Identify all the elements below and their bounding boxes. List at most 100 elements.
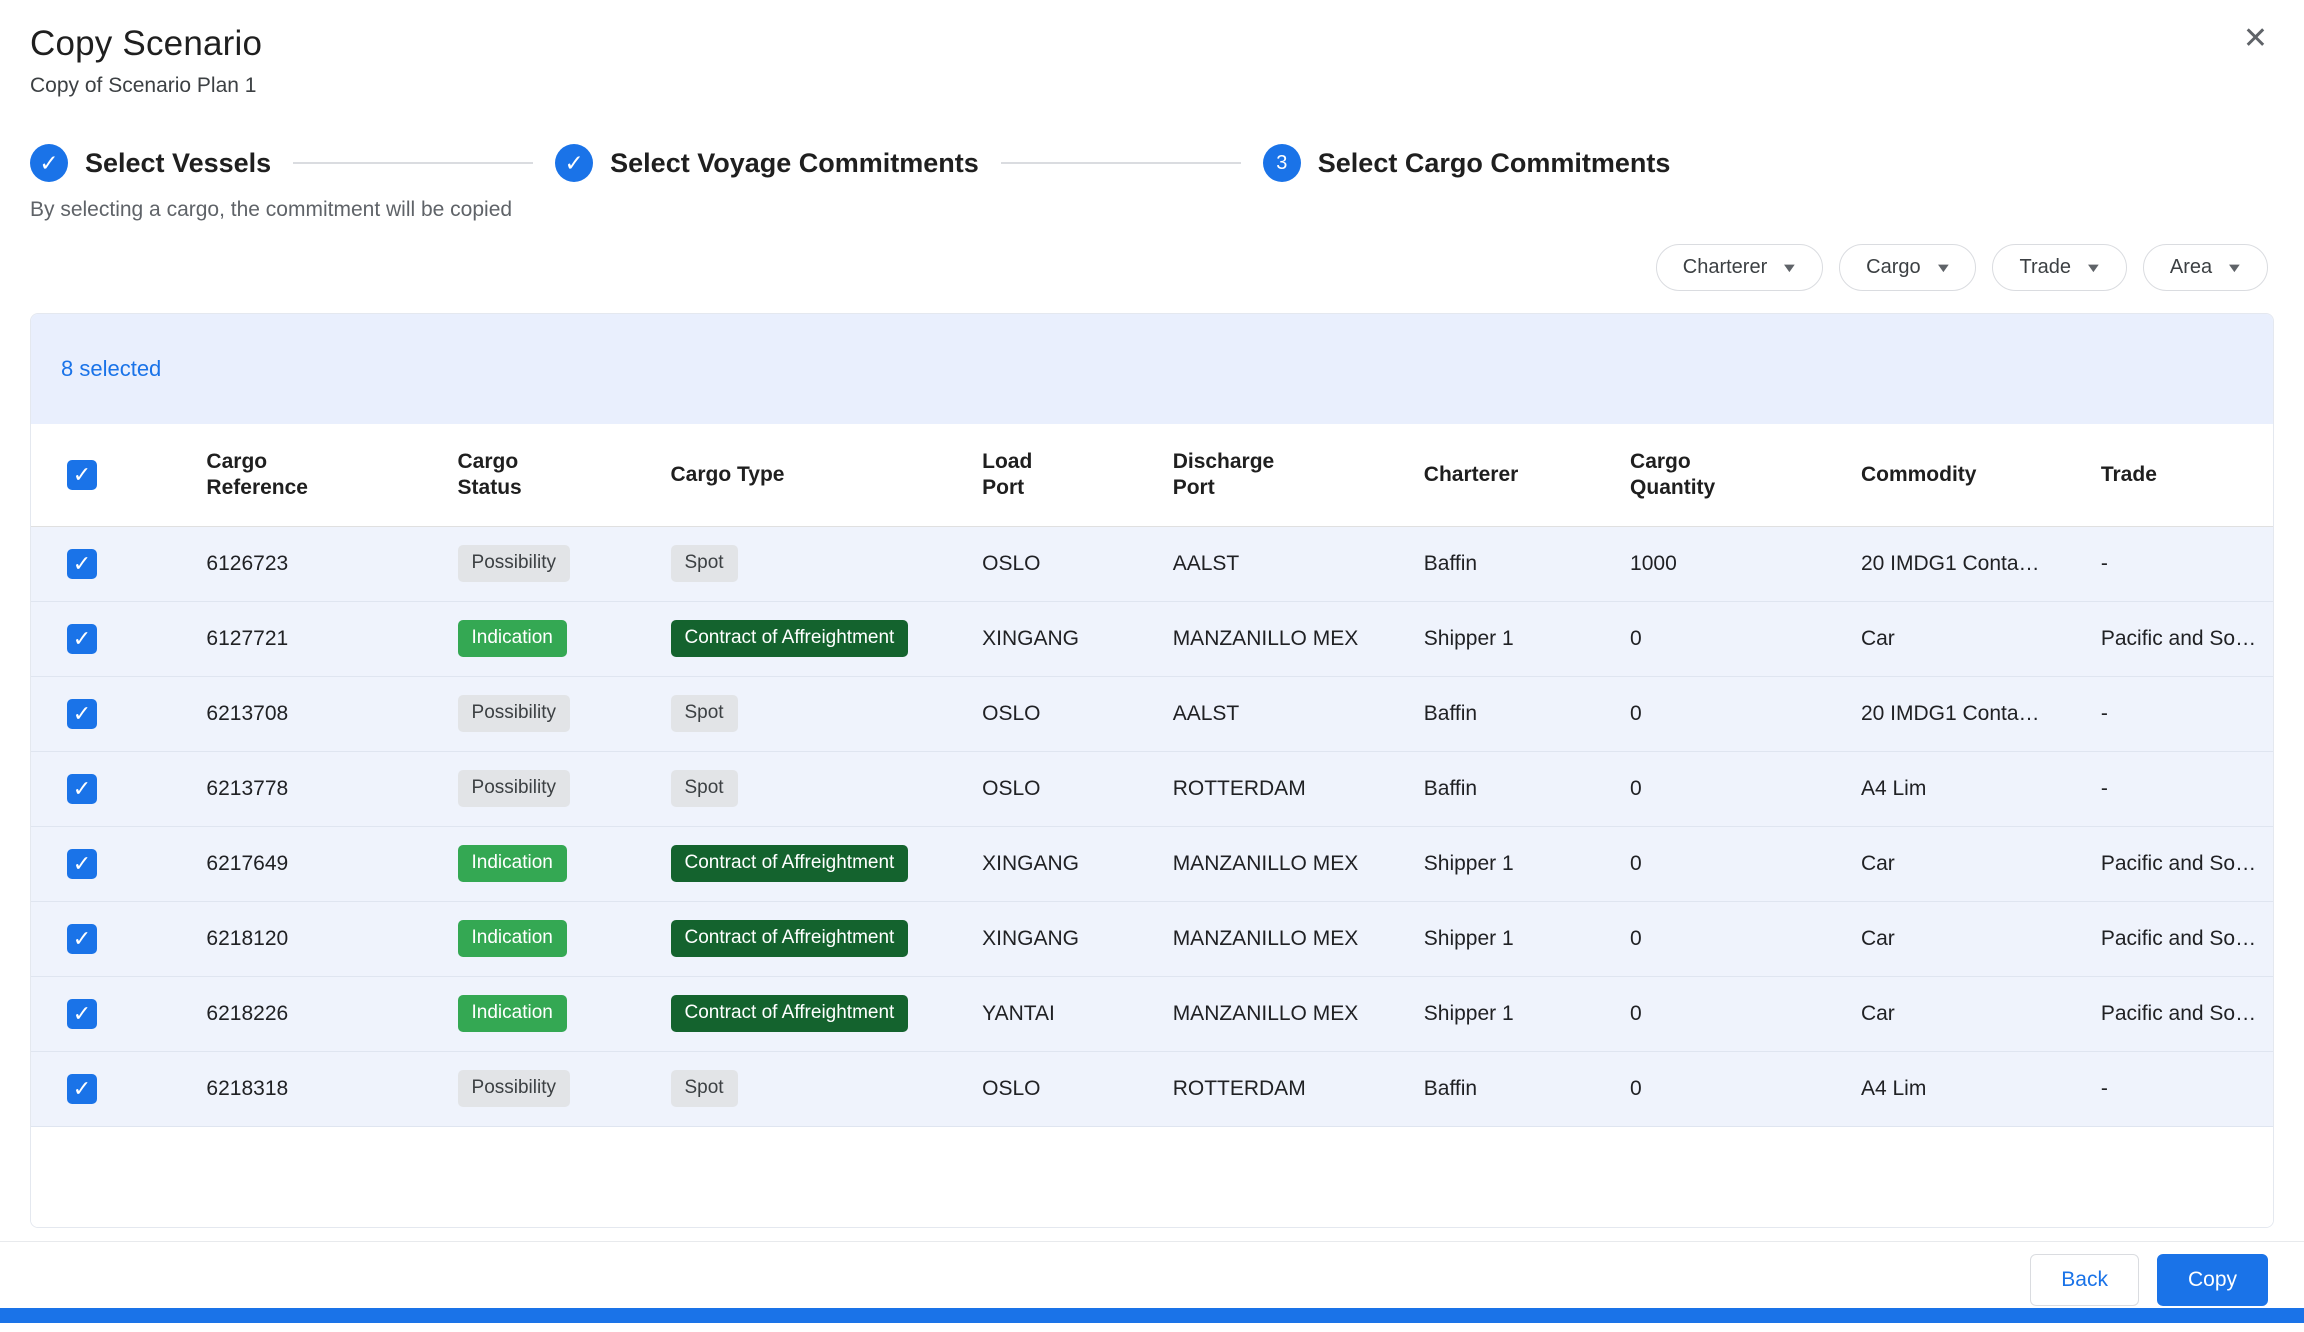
cargo-table: ✓ Cargo Reference Cargo Status Cargo Typ… xyxy=(31,424,2273,1127)
row-checkbox[interactable]: ✓ xyxy=(67,1074,97,1104)
step-connector xyxy=(1001,162,1241,164)
filter-charterer[interactable]: Charterer ▼ xyxy=(1656,244,1823,291)
cell-cargo-reference: 6218120 xyxy=(192,901,443,976)
row-checkbox[interactable]: ✓ xyxy=(67,999,97,1029)
column-header-load-port: Load Port xyxy=(968,424,1159,526)
filter-cargo[interactable]: Cargo ▼ xyxy=(1839,244,1976,291)
cell-cargo-type: Contract of Affreightment xyxy=(657,976,969,1051)
row-checkbox[interactable]: ✓ xyxy=(67,624,97,654)
cell-trade: Pacific and So… xyxy=(2087,901,2273,976)
cargo-status-badge: Possibility xyxy=(458,695,570,732)
cargo-type-badge: Contract of Affreightment xyxy=(671,995,909,1032)
cell-cargo-type: Contract of Affreightment xyxy=(657,826,969,901)
cell-cargo-reference: 6127721 xyxy=(192,601,443,676)
cargo-table-body: ✓ 6126723 Possibility Spot OSLO AALST Ba… xyxy=(31,526,2273,1126)
column-header-charterer: Charterer xyxy=(1410,424,1616,526)
column-header-trade: Trade xyxy=(2087,424,2273,526)
cell-cargo-reference: 6218226 xyxy=(192,976,443,1051)
filter-trade[interactable]: Trade ▼ xyxy=(1992,244,2126,291)
table-row[interactable]: ✓ 6213778 Possibility Spot OSLO ROTTERDA… xyxy=(31,751,2273,826)
cell-discharge-port: MANZANILLO MEX xyxy=(1159,901,1410,976)
table-row[interactable]: ✓ 6217649 Indication Contract of Affreig… xyxy=(31,826,2273,901)
cell-cargo-type: Spot xyxy=(657,751,969,826)
cargo-type-badge: Contract of Affreightment xyxy=(671,845,909,882)
copy-button[interactable]: Copy xyxy=(2157,1254,2268,1306)
step-select-cargo-commitments[interactable]: 3 Select Cargo Commitments xyxy=(1263,144,1671,182)
step-select-voyage-commitments[interactable]: ✓ Select Voyage Commitments xyxy=(555,144,979,182)
step-select-vessels[interactable]: ✓ Select Vessels xyxy=(30,144,271,182)
cargo-type-badge: Contract of Affreightment xyxy=(671,920,909,957)
filter-label: Area xyxy=(2170,256,2212,279)
table-row[interactable]: ✓ 6218226 Indication Contract of Affreig… xyxy=(31,976,2273,1051)
column-header-commodity: Commodity xyxy=(1847,424,2087,526)
filter-label: Cargo xyxy=(1866,256,1920,279)
cell-load-port: OSLO xyxy=(968,526,1159,601)
table-row[interactable]: ✓ 6218318 Possibility Spot OSLO ROTTERDA… xyxy=(31,1051,2273,1126)
row-checkbox[interactable]: ✓ xyxy=(67,549,97,579)
dialog-header: Copy Scenario Copy of Scenario Plan 1 ✕ xyxy=(0,0,2304,98)
cell-cargo-type: Spot xyxy=(657,1051,969,1126)
cell-discharge-port: ROTTERDAM xyxy=(1159,1051,1410,1126)
cell-cargo-quantity: 0 xyxy=(1616,976,1847,1051)
row-checkbox[interactable]: ✓ xyxy=(67,699,97,729)
column-header-discharge-port: Discharge Port xyxy=(1159,424,1410,526)
table-header-row: ✓ Cargo Reference Cargo Status Cargo Typ… xyxy=(31,424,2273,526)
cell-charterer: Shipper 1 xyxy=(1410,601,1616,676)
cargo-type-badge: Spot xyxy=(671,1070,738,1107)
table-row[interactable]: ✓ 6127721 Indication Contract of Affreig… xyxy=(31,601,2273,676)
cell-commodity: 20 IMDG1 Conta… xyxy=(1847,676,2087,751)
table-row[interactable]: ✓ 6213708 Possibility Spot OSLO AALST Ba… xyxy=(31,676,2273,751)
cargo-status-badge: Indication xyxy=(458,620,567,657)
chevron-down-icon: ▼ xyxy=(2226,260,2244,275)
dialog-title: Copy Scenario xyxy=(30,24,2268,64)
bottom-accent-bar xyxy=(0,1308,2304,1323)
cell-trade: - xyxy=(2087,526,2273,601)
cargo-status-badge: Indication xyxy=(458,995,567,1032)
cell-charterer: Shipper 1 xyxy=(1410,976,1616,1051)
dialog-subtitle: Copy of Scenario Plan 1 xyxy=(30,74,2268,98)
row-checkbox[interactable]: ✓ xyxy=(67,924,97,954)
cell-cargo-quantity: 0 xyxy=(1616,751,1847,826)
chevron-down-icon: ▼ xyxy=(2084,260,2102,275)
cargo-type-badge: Contract of Affreightment xyxy=(671,620,909,657)
cell-trade: - xyxy=(2087,676,2273,751)
step-completed-check-icon: ✓ xyxy=(30,144,68,182)
cell-charterer: Baffin xyxy=(1410,526,1616,601)
cell-cargo-quantity: 0 xyxy=(1616,1051,1847,1126)
cargo-status-badge: Possibility xyxy=(458,1070,570,1107)
column-header-cargo-quantity: Cargo Quantity xyxy=(1616,424,1847,526)
filter-bar: Charterer ▼ Cargo ▼ Trade ▼ Area ▼ xyxy=(0,244,2304,291)
table-row[interactable]: ✓ 6126723 Possibility Spot OSLO AALST Ba… xyxy=(31,526,2273,601)
cargo-table-card: 8 selected ✓ Cargo Reference Cargo Statu… xyxy=(30,313,2274,1228)
cell-trade: Pacific and So… xyxy=(2087,601,2273,676)
row-checkbox[interactable]: ✓ xyxy=(67,849,97,879)
cell-trade: Pacific and So… xyxy=(2087,826,2273,901)
selection-count: 8 selected xyxy=(61,356,161,382)
back-button[interactable]: Back xyxy=(2030,1254,2139,1306)
cell-cargo-reference: 6217649 xyxy=(192,826,443,901)
table-row[interactable]: ✓ 6218120 Indication Contract of Affreig… xyxy=(31,901,2273,976)
cell-load-port: XINGANG xyxy=(968,826,1159,901)
cell-cargo-reference: 6213708 xyxy=(192,676,443,751)
cell-cargo-type: Contract of Affreightment xyxy=(657,601,969,676)
step-connector xyxy=(293,162,533,164)
filter-area[interactable]: Area ▼ xyxy=(2143,244,2268,291)
cargo-status-badge: Possibility xyxy=(458,770,570,807)
selection-bar: 8 selected xyxy=(31,314,2273,424)
cell-charterer: Baffin xyxy=(1410,1051,1616,1126)
row-checkbox[interactable]: ✓ xyxy=(67,774,97,804)
cell-commodity: A4 Lim xyxy=(1847,1051,2087,1126)
cargo-type-badge: Spot xyxy=(671,545,738,582)
cell-cargo-quantity: 0 xyxy=(1616,601,1847,676)
select-all-checkbox[interactable]: ✓ xyxy=(67,460,97,490)
cell-cargo-status: Indication xyxy=(444,601,657,676)
column-header-cargo-type: Cargo Type xyxy=(657,424,969,526)
cell-commodity: Car xyxy=(1847,976,2087,1051)
cell-trade: Pacific and So… xyxy=(2087,976,2273,1051)
cell-cargo-type: Spot xyxy=(657,526,969,601)
cargo-status-badge: Possibility xyxy=(458,545,570,582)
close-button[interactable]: ✕ xyxy=(2237,18,2274,60)
cell-cargo-quantity: 0 xyxy=(1616,676,1847,751)
step-label: Select Vessels xyxy=(85,148,271,179)
cargo-status-badge: Indication xyxy=(458,920,567,957)
